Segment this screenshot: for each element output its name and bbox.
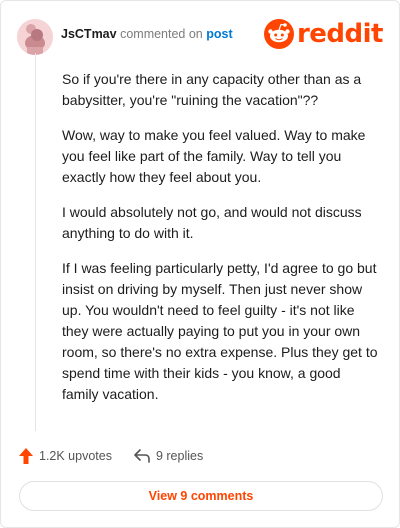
comment-card: JsCTmav commented on post reddit So if y…: [0, 0, 400, 528]
comment-paragraph: If I was feeling particularly petty, I'd…: [62, 260, 378, 402]
view-comments-button[interactable]: View 9 comments: [19, 481, 383, 511]
comment-body: So if you're there in any capacity other…: [62, 69, 378, 419]
reddit-logo[interactable]: reddit: [263, 17, 384, 51]
avatar[interactable]: [17, 19, 53, 55]
comment-paragraph: So if you're there in any capacity other…: [62, 71, 362, 108]
comment-actions: 1.2K upvotes 9 replies: [19, 445, 203, 467]
comment-meta: JsCTmav commented on post: [61, 27, 233, 41]
avatar-icon: [17, 19, 53, 55]
action-text: commented on: [120, 27, 203, 41]
post-link[interactable]: post: [206, 27, 232, 41]
thread-line[interactable]: [35, 53, 36, 431]
comment-header: JsCTmav commented on post reddit: [17, 15, 384, 55]
reply-arrow-icon: [134, 449, 150, 463]
upvote-count: 1.2K upvotes: [39, 449, 112, 463]
reddit-wordmark: reddit: [296, 19, 384, 49]
username[interactable]: JsCTmav: [61, 27, 117, 41]
comment-paragraph: I would absolutely not go, and would not…: [62, 204, 362, 241]
upvote-arrow-icon: [19, 448, 33, 464]
upvote-button[interactable]: 1.2K upvotes: [19, 448, 112, 464]
reddit-snoo-icon: [263, 19, 294, 49]
replies-button[interactable]: 9 replies: [134, 449, 203, 463]
comment-paragraph: Wow, way to make you feel valued. Way to…: [62, 127, 366, 185]
reply-count: 9 replies: [155, 449, 204, 463]
